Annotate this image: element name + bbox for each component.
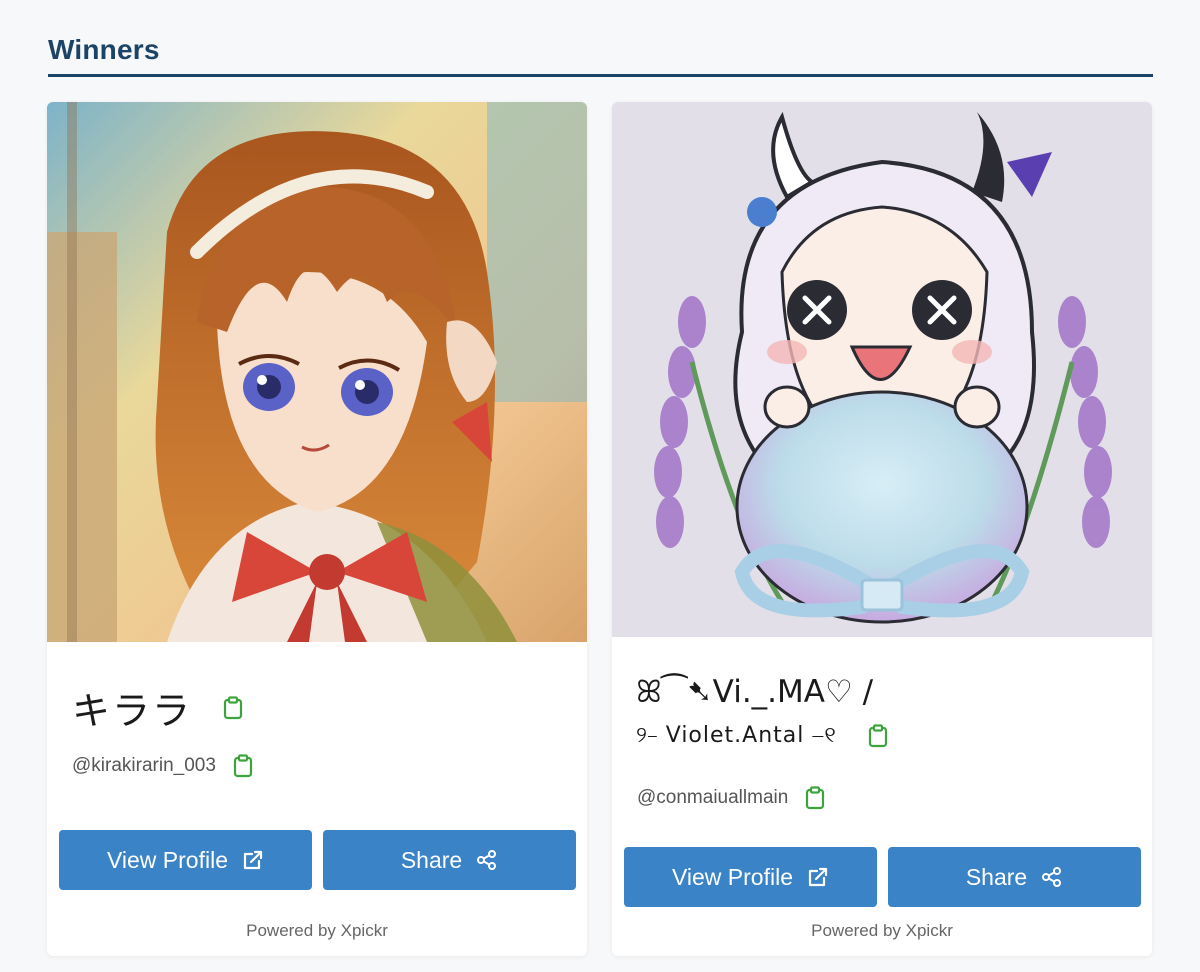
winner-handle: @kirakirarin_003 <box>72 755 216 776</box>
winner-card-1: キララ @kirakirarin_003 View Profile Share … <box>47 102 587 956</box>
winner-avatar-image <box>612 102 1152 642</box>
title-divider <box>48 74 1153 77</box>
share-icon <box>476 849 498 871</box>
section-title: Winners <box>48 34 160 65</box>
chibi-lavender-girl-avatar <box>612 102 1152 637</box>
clipboard-icon[interactable] <box>222 695 244 720</box>
clipboard-icon[interactable] <box>867 724 889 748</box>
share-button[interactable]: Share <box>888 847 1141 907</box>
winner-handle-row: @kirakirarin_003 <box>72 754 254 778</box>
external-link-icon <box>242 849 264 871</box>
powered-by-text: Powered by Xpickr <box>246 921 388 940</box>
clipboard-icon[interactable] <box>804 786 826 810</box>
external-link-icon <box>807 866 829 888</box>
share-icon <box>1041 866 1063 888</box>
winner-handle: @conmaiuallmain <box>637 787 789 808</box>
powered-by-text: Powered by Xpickr <box>811 921 953 940</box>
winner-handle-row: @conmaiuallmain <box>637 786 826 810</box>
share-button[interactable]: Share <box>323 830 576 890</box>
winner-name-block: ꕤ⁀➷Vi._.MA♡ / ୨⎯ Violet.Antal ⎯୧ <box>636 670 1036 758</box>
winner-display-name: キララ <box>72 689 193 733</box>
share-label: Share <box>965 863 1028 890</box>
anime-girl-brown-hair-avatar <box>47 102 587 642</box>
winners-page: Winners キララ @kirakirarin_003 View Profil… <box>0 0 1200 972</box>
winner-avatar-image <box>47 102 587 642</box>
winner-display-name-line1: ꕤ⁀➷Vi._.MA♡ / <box>636 674 874 710</box>
share-label: Share <box>400 846 463 873</box>
winner-display-name-line2-row: ୨⎯ Violet.Antal ⎯୧ <box>636 714 1036 758</box>
view-profile-button[interactable]: View Profile <box>59 830 312 890</box>
winner-display-name-line2: ୨⎯ Violet.Antal ⎯୧ <box>636 723 837 748</box>
view-profile-button[interactable]: View Profile <box>624 847 877 907</box>
winner-card-2: ꕤ⁀➷Vi._.MA♡ / ୨⎯ Violet.Antal ⎯୧ @conmai… <box>612 102 1152 956</box>
view-profile-label: View Profile <box>671 863 794 890</box>
view-profile-label: View Profile <box>106 846 229 873</box>
clipboard-icon[interactable] <box>232 754 254 778</box>
winner-name-row: キララ <box>72 680 244 735</box>
